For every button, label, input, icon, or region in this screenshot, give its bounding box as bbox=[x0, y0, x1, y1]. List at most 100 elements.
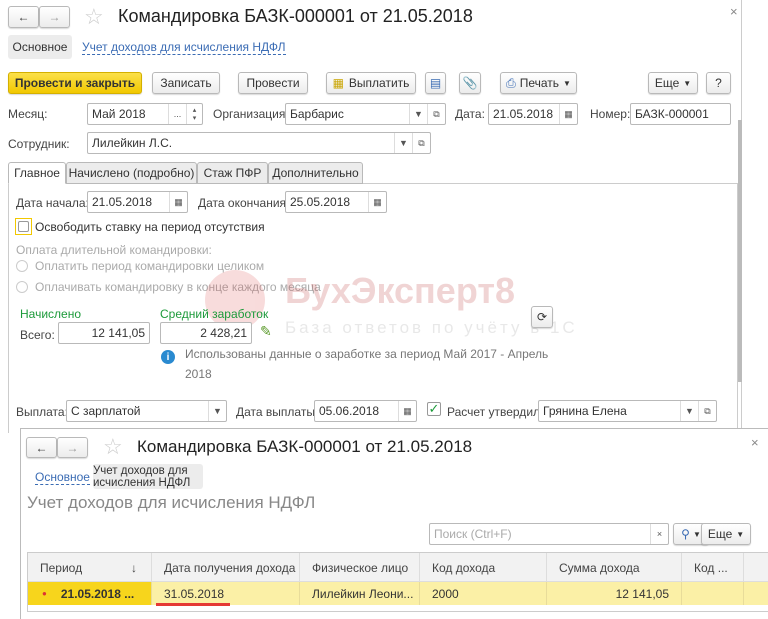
cell-income-date: 31.05.2018 bbox=[152, 582, 300, 605]
calendar-icon[interactable]: ▦ bbox=[559, 104, 577, 124]
end-date-field[interactable]: 25.05.2018 ▦ bbox=[285, 191, 387, 213]
tab-main[interactable]: Основное bbox=[35, 470, 90, 485]
approved-by-field[interactable]: Грянина Елена ▼ ⧉ bbox=[538, 400, 717, 422]
calendar-icon[interactable]: ▦ bbox=[368, 192, 386, 212]
info-text-line2: 2018 bbox=[185, 367, 212, 381]
save-button[interactable]: Записать bbox=[152, 72, 220, 94]
back-button[interactable]: ← bbox=[26, 437, 57, 458]
back-button[interactable]: ← bbox=[8, 6, 39, 28]
long-trip-label: Оплата длительной командировки: bbox=[16, 243, 212, 257]
cell-person: Лилейкин Леони... bbox=[300, 582, 420, 605]
cell-income-code: 2000 bbox=[420, 582, 547, 605]
avg-earnings-field[interactable]: 2 428,21 bbox=[160, 322, 252, 344]
payment-date-field[interactable]: 05.06.2018 ▦ bbox=[314, 400, 417, 422]
column-income-sum[interactable]: Сумма дохода bbox=[547, 553, 682, 582]
month-stepper[interactable]: ▴ ▾ bbox=[186, 104, 202, 124]
number-label: Номер: bbox=[590, 107, 631, 121]
tab-pension-service[interactable]: Стаж ПФР bbox=[197, 162, 268, 184]
print-button[interactable]: ⎙ Печать ▼ bbox=[500, 72, 577, 94]
search-input[interactable]: Поиск (Ctrl+F) × bbox=[429, 523, 669, 545]
month-label: Месяц: bbox=[8, 107, 48, 121]
radio-pay-monthly[interactable] bbox=[16, 281, 28, 293]
employee-label: Сотрудник: bbox=[8, 137, 70, 151]
close-icon[interactable]: × bbox=[751, 435, 759, 450]
post-button[interactable]: Провести bbox=[238, 72, 308, 94]
refresh-button[interactable]: ⟳ bbox=[531, 306, 553, 328]
date-field[interactable]: 21.05.2018 ▦ bbox=[488, 103, 578, 125]
forward-button[interactable]: → bbox=[57, 437, 88, 458]
employee-field[interactable]: Лилейкин Л.С. ▼ ⧉ bbox=[87, 132, 431, 154]
paperclip-icon: 📎 bbox=[462, 76, 478, 90]
avg-earnings-label: Средний заработок bbox=[160, 307, 269, 321]
radio-pay-whole[interactable] bbox=[16, 260, 28, 272]
scrollbar[interactable] bbox=[738, 120, 742, 382]
document-window-main: ← → ☆ Командировка БАЗК-000001 от 21.05.… bbox=[0, 0, 742, 433]
sort-down-icon: ↓ bbox=[131, 560, 137, 575]
tab-main[interactable]: Основное bbox=[8, 35, 72, 59]
total-field[interactable]: 12 141,05 bbox=[58, 322, 150, 344]
pay-document-icon: ▦ bbox=[332, 76, 344, 90]
tab-ndfl-income[interactable]: Учет доходов для исчисления НДФЛ bbox=[82, 40, 286, 55]
column-income-code[interactable]: Код дохода bbox=[420, 553, 547, 582]
column-period[interactable]: Период ↓ bbox=[28, 553, 152, 582]
printer-icon: ⎙ bbox=[506, 75, 516, 90]
column-code2[interactable]: Код ... bbox=[682, 553, 744, 582]
info-text-line1: Использованы данные о заработке за перио… bbox=[185, 347, 549, 361]
post-and-close-button[interactable]: Провести и закрыть bbox=[8, 72, 142, 94]
red-underline-highlight bbox=[156, 603, 230, 606]
favorite-star-icon[interactable]: ☆ bbox=[103, 434, 123, 460]
chevron-down-icon: ▼ bbox=[736, 529, 745, 539]
date-label: Дата: bbox=[455, 107, 485, 121]
pay-button[interactable]: ▦ Выплатить bbox=[326, 72, 416, 94]
chevron-down-icon: ▼ bbox=[683, 78, 692, 88]
chevron-down-icon[interactable]: ▼ bbox=[680, 401, 698, 421]
open-icon[interactable]: ⧉ bbox=[412, 133, 430, 153]
pencil-icon[interactable]: ✎ bbox=[260, 323, 272, 340]
calendar-icon[interactable]: ▦ bbox=[398, 401, 416, 421]
close-icon[interactable]: × bbox=[730, 4, 738, 19]
document-window-ndfl: ← → ☆ Командировка БАЗК-000001 от 21.05.… bbox=[20, 428, 768, 619]
open-icon[interactable]: ⧉ bbox=[698, 401, 716, 421]
window-title: Командировка БАЗК-000001 от 21.05.2018 bbox=[137, 437, 473, 456]
help-button[interactable]: ? bbox=[706, 72, 731, 94]
chevron-down-icon[interactable]: ▼ bbox=[208, 401, 226, 421]
open-icon[interactable]: ⧉ bbox=[427, 104, 445, 124]
refresh-icon: ⟳ bbox=[536, 310, 548, 324]
column-income-date[interactable]: Дата получения дохода bbox=[152, 553, 300, 582]
forward-button[interactable]: → bbox=[39, 6, 70, 28]
table-row[interactable]: ● 21.05.2018 ... 31.05.2018 Лилейкин Леон… bbox=[28, 582, 768, 605]
end-date-label: Дата окончания: bbox=[198, 196, 290, 210]
list-button[interactable]: ▤ bbox=[425, 72, 446, 94]
more-button[interactable]: Еще ▼ bbox=[701, 523, 751, 545]
payment-field[interactable]: С зарплатой ▼ bbox=[66, 400, 227, 422]
chevron-down-icon[interactable]: ▼ bbox=[394, 133, 412, 153]
attach-button[interactable]: 📎 bbox=[459, 72, 481, 94]
calendar-icon[interactable]: ▦ bbox=[169, 192, 187, 212]
radio-pay-whole-label: Оплатить период командировки целиком bbox=[35, 259, 265, 273]
column-person[interactable]: Физическое лицо bbox=[300, 553, 420, 582]
payment-label: Выплата: bbox=[16, 405, 68, 419]
chevron-down-icon: ▼ bbox=[563, 78, 571, 88]
search-icon: ⚲ bbox=[681, 527, 690, 541]
organization-field[interactable]: Барбарис ▼ ⧉ bbox=[285, 103, 446, 125]
window-title: Командировка БАЗК-000001 от 21.05.2018 bbox=[118, 6, 473, 26]
chevron-down-icon[interactable]: ▼ bbox=[409, 104, 427, 124]
tab-accrued-detail[interactable]: Начислено (подробно) bbox=[66, 162, 197, 184]
number-field[interactable]: БАЗК-000001 bbox=[630, 103, 731, 125]
chevron-down-icon: ▼ bbox=[692, 529, 701, 539]
tab-general[interactable]: Главное bbox=[8, 162, 66, 184]
clear-icon[interactable]: × bbox=[650, 524, 668, 544]
more-button[interactable]: Еще ▼ bbox=[648, 72, 698, 94]
start-date-field[interactable]: 21.05.2018 ▦ bbox=[87, 191, 188, 213]
select-button[interactable]: ... bbox=[168, 104, 186, 124]
organization-label: Организация: bbox=[213, 107, 289, 121]
tab-ndfl-income[interactable]: Учет доходов для исчисления НДФЛ bbox=[93, 464, 203, 489]
favorite-star-icon[interactable]: ☆ bbox=[84, 4, 104, 30]
month-field[interactable]: Май 2018... ▴ ▾ bbox=[87, 103, 203, 125]
free-rate-label: Освободить ставку на период отсутствия bbox=[35, 220, 265, 234]
free-rate-checkbox[interactable] bbox=[15, 218, 32, 235]
approved-checkbox[interactable]: ✓ bbox=[427, 402, 441, 416]
row-marker-icon: ● bbox=[42, 589, 47, 598]
tab-additional[interactable]: Дополнительно bbox=[268, 162, 363, 184]
payment-date-label: Дата выплаты: bbox=[236, 405, 319, 419]
